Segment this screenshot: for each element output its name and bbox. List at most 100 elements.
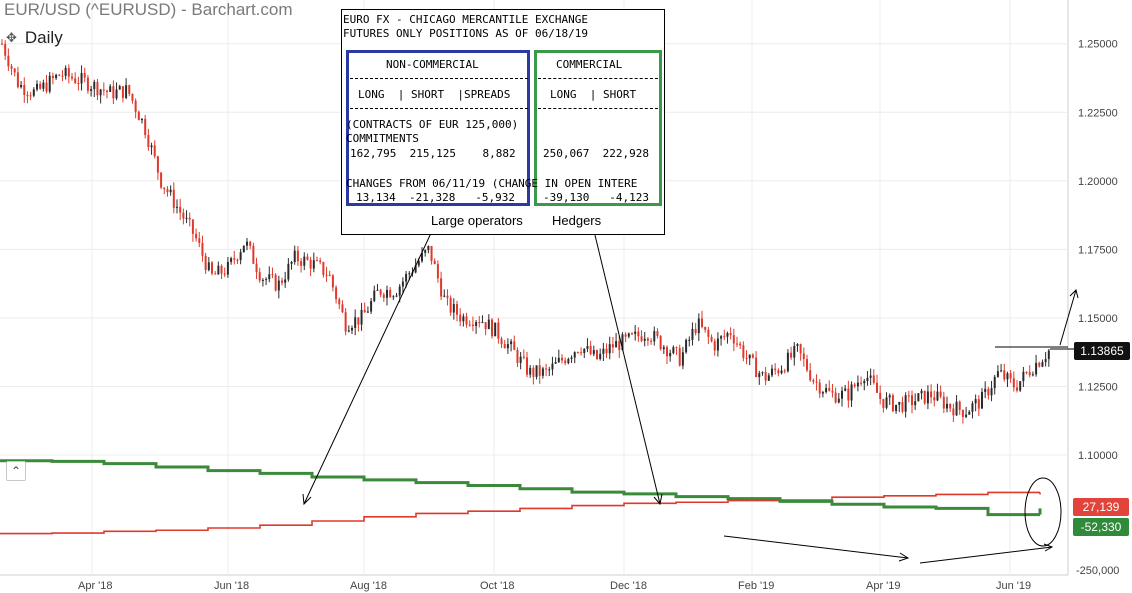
collapse-panel-button[interactable]: ⌃ [6,461,26,481]
candle-body [853,384,856,387]
candle-body [491,319,493,337]
candle-body [872,375,875,383]
noncommercial-commitments: 162,795 215,125 8,882 [350,147,516,160]
candle-body [306,256,309,260]
candle-body [541,368,544,376]
candle-body [55,74,58,79]
x-tick-label: Dec '18 [610,580,647,592]
candle-body [529,367,532,375]
move-icon[interactable]: ✥ [6,30,17,46]
candle-body [907,395,910,397]
candle-body [1025,371,1028,373]
cot-header-line-2: FUTURES ONLY POSITIONS AS OF 06/18/19 [343,27,589,40]
candle-body [589,345,592,355]
candle-body [841,390,843,399]
large-operators-arrow-head [302,493,312,506]
candle-body [793,346,796,358]
candle-body [45,82,48,92]
cot-header-line-1: EURO FX - CHICAGO MERCANTILE EXCHANGE [343,13,589,26]
last-price-badge: 1.13865 [1074,342,1130,360]
candle-body [586,345,589,349]
candle-body [16,72,19,88]
y-tick-label: 1.20000 [1078,176,1118,188]
candle-body [430,245,433,261]
candle-body [163,187,166,190]
candle-body [287,263,290,280]
candle-body [312,260,315,269]
candle-body [191,219,194,234]
candle-body [239,252,242,261]
candle-body [936,391,939,401]
candle-body [713,341,716,351]
candle-body [996,371,999,377]
candle-body [879,392,882,399]
y-tick-label: 1.10000 [1078,450,1118,462]
candle-body [847,388,850,401]
candle-body [1022,371,1025,382]
candle-body [516,349,519,363]
candle-body [39,83,42,89]
candle-body [112,86,115,99]
candle-body [303,256,306,266]
candle-body [322,262,325,275]
candle-body [669,353,672,357]
candle-body [51,75,54,79]
highlight-circle [1024,477,1062,547]
candle-body [885,397,888,408]
candle-body [7,55,10,67]
candle-body [172,189,175,208]
candle-body [646,338,649,341]
candle-body [503,344,506,349]
candle-body [179,206,182,213]
x-tick-label: Oct '18 [480,580,515,592]
candle-body [293,250,296,263]
candle-body [920,390,923,394]
candle-body [153,145,156,157]
candle-body [637,331,640,337]
candle-body [526,357,528,375]
x-tick-label: Feb '19 [738,580,774,592]
commercial-changes: -39,130 -4,123 [543,191,649,204]
candle-body [456,304,458,315]
candle-body [592,350,595,355]
candle-body [946,403,948,409]
candle-body [755,357,758,378]
candle-body [1035,362,1038,375]
commitments-label: COMMITMENTS [346,132,419,145]
candle-body [77,82,80,84]
candle-body [204,255,207,271]
candle-body [401,281,404,287]
candle-body [917,393,920,402]
candle-body [627,333,630,337]
candle-body [815,381,818,383]
candle-body [901,402,904,412]
candle-body [131,93,134,101]
candle-body [1031,374,1034,376]
candle-body [93,81,96,90]
candle-body [961,409,964,417]
period-label: Daily [24,28,63,47]
candle-body [144,118,147,136]
candle-body [347,330,350,332]
candle-body [64,68,67,76]
candle-body [176,206,178,208]
candle-body [71,76,73,79]
period-selector[interactable]: ✥ Daily [6,28,63,48]
candle-body [942,396,945,409]
contracts-line: (CONTRACTS OF EUR 125,000) [346,118,519,131]
candle-body [188,217,191,220]
candle-body [745,357,748,359]
candle-body [160,172,163,188]
candle-body [605,348,608,354]
candle-body [80,73,83,84]
candle-body [771,368,773,376]
candle-body [748,354,751,359]
candle-body [134,100,137,112]
candle-body [777,370,780,374]
candle-body [195,233,198,239]
candle-body [443,295,446,297]
candle-body [971,403,974,412]
candle-body [1000,370,1003,372]
candle-body [939,391,942,397]
candle-body [386,289,388,298]
